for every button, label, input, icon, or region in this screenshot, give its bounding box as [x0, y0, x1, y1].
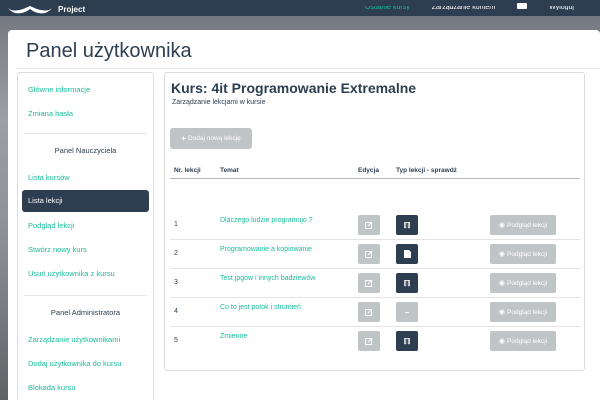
- lesson-type-document-icon[interactable]: [396, 244, 418, 264]
- preview-lesson-label: Podgląd lekcji: [507, 279, 548, 287]
- sidebar-item-lesson-preview[interactable]: Podgląd lekcji: [22, 215, 149, 237]
- sidebar-item-change-password[interactable]: Zmiana hasła: [22, 103, 149, 125]
- plus-icon: +: [181, 134, 186, 143]
- preview-lesson-button[interactable]: ◉ Podgląd lekcji: [490, 273, 556, 293]
- preview-lesson-label: Podgląd lekcji: [507, 221, 548, 229]
- table-header-divider: [170, 178, 580, 179]
- lesson-topic-link[interactable]: Zmienne: [220, 333, 247, 340]
- column-header-number: Nr. lekcji: [174, 167, 201, 174]
- eye-icon: ◉: [498, 309, 505, 316]
- preview-lesson-label: Podgląd lekcji: [507, 337, 548, 345]
- eye-icon: ◉: [498, 251, 505, 258]
- lesson-number: 4: [174, 308, 178, 315]
- sidebar-item-course-lock[interactable]: Blokada kursu: [22, 377, 149, 399]
- table-row: 2 Programowanie a kopiowanie ◉ Podgląd l…: [170, 239, 580, 267]
- add-lesson-button[interactable]: + Dodaj nową lekcję: [170, 128, 252, 149]
- lesson-type-text-icon[interactable]: ℿ: [396, 331, 418, 351]
- lesson-type-text-icon[interactable]: ℿ: [396, 215, 418, 235]
- sidebar-item-course-list[interactable]: Lista kursów: [22, 167, 149, 189]
- preview-lesson-button[interactable]: ◉ Podgląd lekcji: [490, 331, 556, 351]
- column-header-topic: Temat: [220, 167, 239, 174]
- add-lesson-label: Dodaj nową lekcję: [187, 135, 241, 142]
- lesson-number: 1: [174, 221, 178, 228]
- lesson-number: 2: [174, 250, 178, 257]
- edit-button[interactable]: [358, 331, 380, 351]
- lesson-type-text-icon[interactable]: ℿ: [396, 273, 418, 293]
- table-row: 1 Dlaczego ludzie programujo ? ℿ ◉ Podgl…: [170, 211, 580, 239]
- sidebar-item-manage-users[interactable]: Zarządzanie użytkownikami: [22, 329, 149, 351]
- sidebar-item-create-course[interactable]: Stwórz nowy kurs: [22, 239, 149, 261]
- edit-icon: [365, 221, 373, 229]
- preview-lesson-button[interactable]: ◉ Podgląd lekcji: [490, 302, 556, 322]
- lesson-topic-link[interactable]: Dlaczego ludzie programujo ?: [220, 217, 313, 224]
- lesson-type-minus-icon[interactable]: −: [396, 302, 418, 322]
- course-subtitle: Zarządzanie lekcjami w kursie: [172, 99, 266, 106]
- course-title: Kurs: 4it Programowanie Extremalne: [171, 80, 417, 96]
- sidebar-header-teacher: Panel Nauczyciela: [54, 146, 117, 155]
- eye-icon: ◉: [498, 338, 505, 345]
- home-icon[interactable]: [517, 3, 528, 9]
- lesson-topic-link[interactable]: Co to jest potok i strumień: [220, 304, 301, 311]
- sidebar: Główne informacje Zmiana hasła Panel Nau…: [17, 72, 154, 400]
- table-row: 5 Zmienne ℿ ◉ Podgląd lekcji: [170, 326, 580, 354]
- mustache-logo-icon: [8, 6, 52, 14]
- lesson-topic-link[interactable]: Programowanie a kopiowanie: [220, 246, 312, 253]
- title-divider: [16, 68, 600, 69]
- preview-lesson-label: Podgląd lekcji: [507, 250, 548, 258]
- table-row: 4 Co to jest potok i strumień − ◉ Podglą…: [170, 297, 580, 325]
- table-row: 3 Test jpgów i innych badziewów ℿ ◉ Podg…: [170, 268, 580, 296]
- sidebar-item-main-info[interactable]: Główne informacje: [22, 79, 149, 101]
- edit-button[interactable]: [358, 215, 380, 235]
- edit-icon: [365, 279, 373, 287]
- nav-link-logout[interactable]: Wyloguj: [549, 6, 574, 10]
- lesson-number: 5: [174, 337, 178, 344]
- document-icon: [403, 250, 411, 258]
- lessons-content: Kurs: 4it Programowanie Extremalne Zarzą…: [164, 72, 585, 371]
- column-header-edit: Edycja: [358, 167, 379, 174]
- nav-link-recent-courses[interactable]: Ostatnie kursy: [365, 6, 410, 10]
- edit-button[interactable]: [358, 244, 380, 264]
- sidebar-divider: [24, 295, 147, 296]
- preview-lesson-label: Podgląd lekcji: [507, 308, 548, 316]
- sidebar-item-remove-user[interactable]: Usuń użytkownika z kursu: [22, 263, 149, 285]
- brand[interactable]: Project: [6, 0, 85, 16]
- lesson-topic-link[interactable]: Test jpgów i innych badziewów: [220, 275, 315, 282]
- brand-text: Project: [58, 5, 86, 14]
- edit-button[interactable]: [358, 302, 380, 322]
- sidebar-header-admin: Panel Administratora: [50, 308, 121, 317]
- sidebar-divider: [24, 133, 147, 134]
- preview-lesson-button[interactable]: ◉ Podgląd lekcji: [490, 215, 556, 235]
- page-title: Panel użytkownika: [26, 40, 192, 62]
- preview-lesson-button[interactable]: ◉ Podgląd lekcji: [490, 244, 556, 264]
- main-panel: Panel użytkownika Główne informacje Zmia…: [8, 30, 600, 400]
- sidebar-item-add-user-to-course[interactable]: Dodaj użytkownika do kursu: [22, 353, 149, 375]
- edit-icon: [365, 250, 373, 258]
- top-navbar: Project Ostatnie kursy Zarządzanie konte…: [0, 0, 600, 16]
- eye-icon: ◉: [498, 222, 505, 229]
- lesson-number: 3: [174, 279, 178, 286]
- sidebar-item-lesson-list[interactable]: Lista lekcji: [22, 190, 149, 212]
- edit-icon: [365, 308, 373, 316]
- eye-icon: ◉: [498, 280, 505, 287]
- column-header-type: Typ lekcji - sprawdź: [396, 167, 457, 174]
- edit-button[interactable]: [358, 273, 380, 293]
- edit-icon: [365, 337, 373, 345]
- nav-link-account[interactable]: Zarządzanie kontem: [432, 6, 495, 10]
